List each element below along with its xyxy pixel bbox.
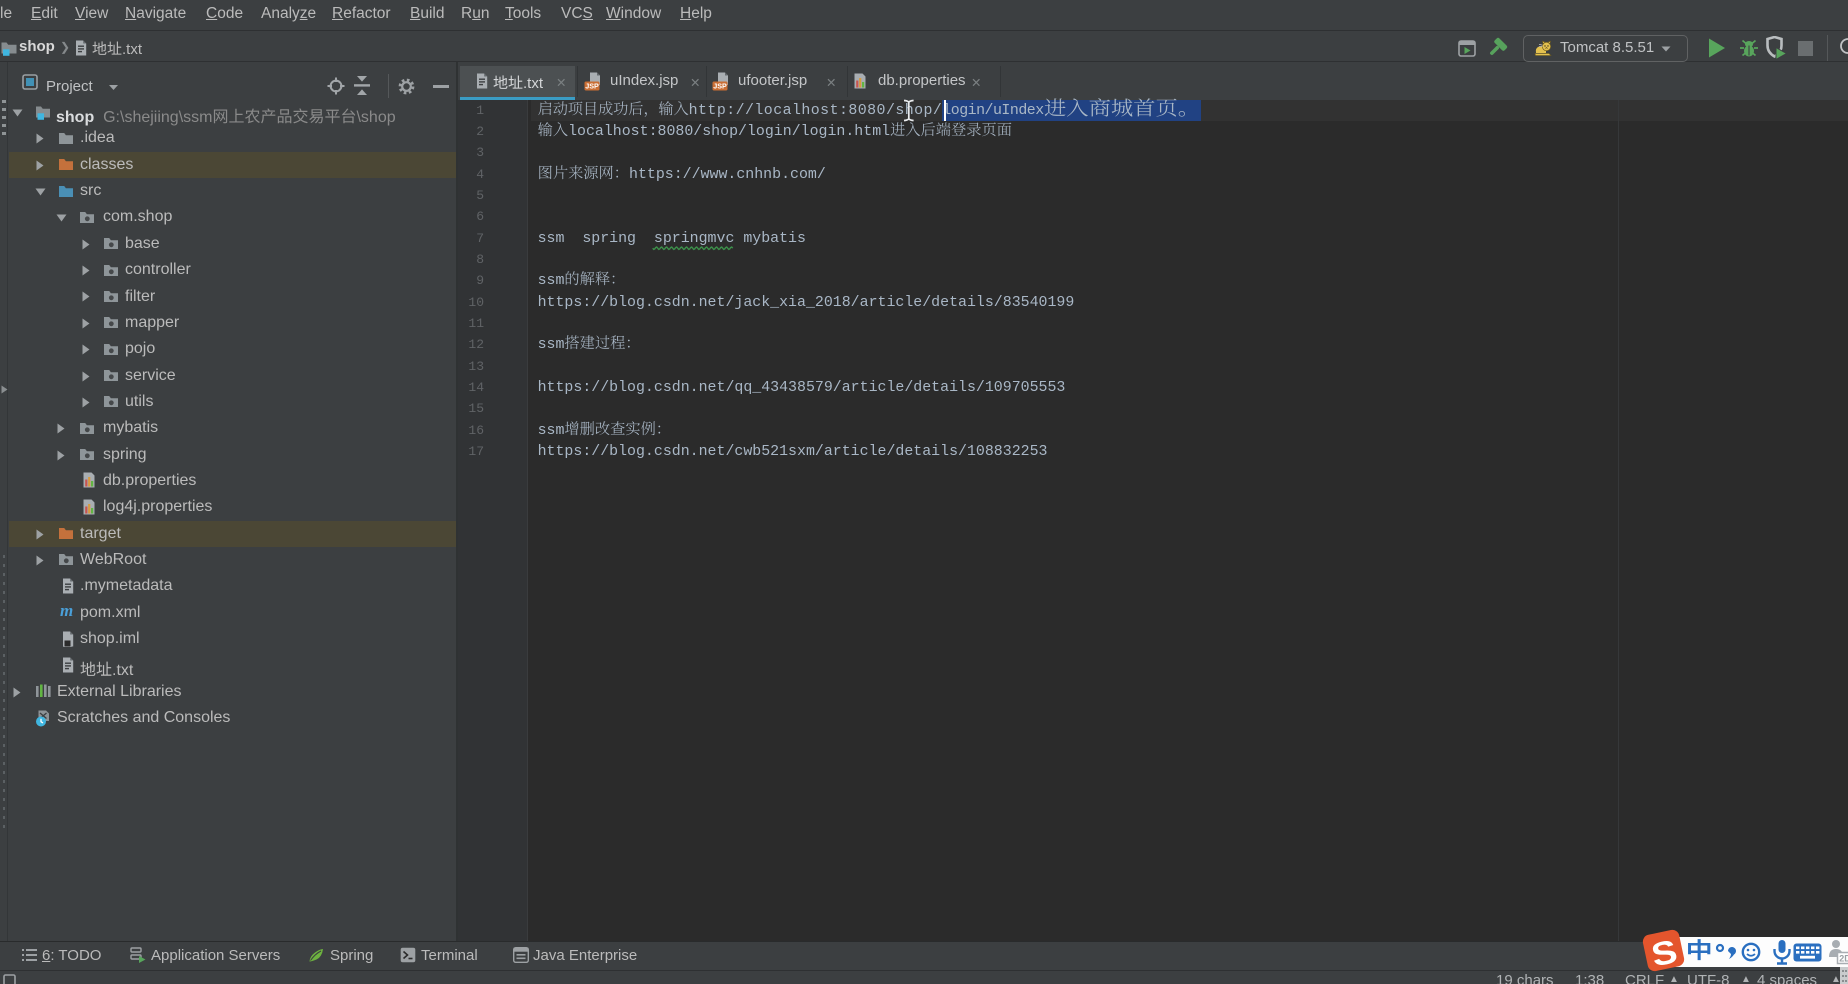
svg-text:JSP: JSP — [585, 82, 599, 91]
svg-text:2D: 2D — [1839, 954, 1848, 964]
svg-text:JSP: JSP — [713, 82, 727, 91]
